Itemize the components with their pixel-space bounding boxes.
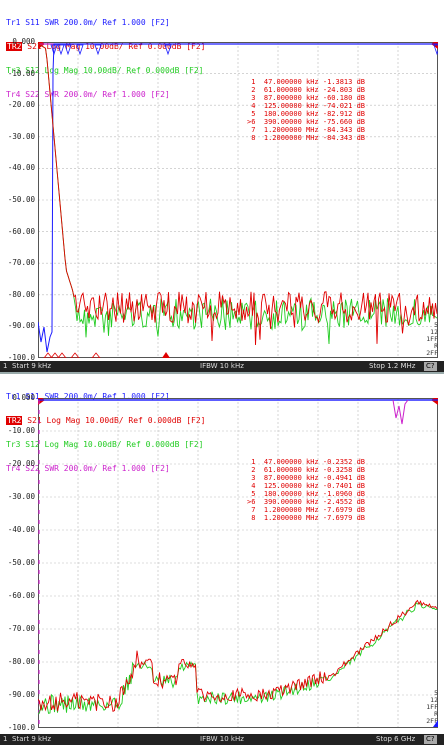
y-tick-label: -40.00 xyxy=(7,525,35,534)
ref-marker-right xyxy=(431,398,438,405)
marker-table: 1 47.000000 kHz -0.2352 dB 2 61.000000 k… xyxy=(247,458,365,522)
chart-panel-1[interactable]: Tr1 S11 SWR 200.0m/ Ref 1.000 [F2] TR2 S… xyxy=(0,0,444,372)
y-tick-label: -90.00 xyxy=(7,321,35,331)
y-tick-label: -50.00 xyxy=(7,195,35,204)
calibration-badge[interactable]: C? xyxy=(424,362,437,371)
y-tick-label: -10.00 xyxy=(7,68,35,78)
marker-row[interactable]: 7 1.2000000 MHz -7.6979 dB xyxy=(247,506,365,514)
s21-trace xyxy=(38,43,438,346)
marker-row[interactable]: 3 87.000000 kHz -0.4941 dB xyxy=(247,474,365,482)
y-tick-label: -50.00 xyxy=(7,558,35,567)
channel-info: 5 12 1FF R 2FF xyxy=(426,690,438,725)
y-tick-label: -40.00 xyxy=(7,163,35,173)
plot-area[interactable] xyxy=(38,398,438,728)
marker-row[interactable]: 8 1.2000000 MHz -7.6979 dB xyxy=(247,514,365,522)
active-marker-triangle xyxy=(162,352,170,358)
plot-area[interactable] xyxy=(38,42,438,358)
marker-row[interactable]: 4 125.00000 kHz -0.7401 dB xyxy=(247,482,365,490)
y-tick-label: -30.00 xyxy=(7,492,35,501)
stop-frequency[interactable]: Stop 6 GHz xyxy=(376,734,415,745)
active-trace-badge[interactable]: TR2 xyxy=(6,416,23,425)
marker-row[interactable]: 7 1.2000000 MHz -84.343 dB xyxy=(247,126,365,134)
trace-1-label[interactable]: Tr1 S11 SWR 200.0m/ Ref 1.000 [F2] xyxy=(6,19,206,27)
ifbw-setting[interactable]: IFBW 10 kHz xyxy=(200,361,244,372)
y-tick-label: -70.00 xyxy=(7,624,35,633)
status-bar: 1 Start 9 kHz IFBW 10 kHz Stop 6 GHz C? xyxy=(0,734,444,745)
y-tick-label: -90.00 xyxy=(7,690,35,699)
marker-row[interactable]: >6 390.00000 kHz -75.660 dB xyxy=(247,118,365,126)
y-tick-label: -10.00 xyxy=(7,426,35,435)
chart-panel-2[interactable]: Tr1 S11 SWR 200.0m/ Ref 1.000 [F2] TR2 S… xyxy=(0,374,444,745)
y-tick-label: -80.00 xyxy=(7,657,35,666)
s21-trace xyxy=(38,599,438,712)
channel-number: 1 xyxy=(3,735,8,743)
y-tick-label: 0.000 xyxy=(12,37,35,46)
stop-frequency[interactable]: Stop 1.2 MHz xyxy=(369,361,415,372)
y-tick-label: -80.00 xyxy=(7,289,35,299)
channel-info-line: 2FF xyxy=(426,717,438,725)
start-frequency[interactable]: Start 9 kHz xyxy=(12,361,51,372)
y-tick-label: -60.00 xyxy=(7,226,35,236)
y-tick-label: -100.0 xyxy=(7,723,35,732)
marker-row[interactable]: >6 390.00000 kHz -2.4552 dB xyxy=(247,498,365,506)
marker-flag xyxy=(64,44,72,56)
marker-row[interactable]: 1 47.000000 kHz -0.2352 dB xyxy=(247,458,365,466)
s12-trace xyxy=(38,43,438,345)
marker-row[interactable]: 3 87.000000 kHz -60.180 dB xyxy=(247,94,365,102)
start-frequency[interactable]: Start 9 kHz xyxy=(12,734,51,745)
status-bar: 1 Start 9 kHz IFBW 10 kHz Stop 1.2 MHz C… xyxy=(0,361,444,372)
marker-row[interactable]: 1 47.000000 kHz -1.3813 dB xyxy=(247,78,365,86)
y-tick-label: -20.00 xyxy=(7,100,35,110)
marker-table: 1 47.000000 kHz -1.3813 dB 2 61.000000 k… xyxy=(247,78,365,142)
channel-number: 1 xyxy=(3,362,8,370)
y-tick-label: -30.00 xyxy=(7,131,35,141)
y-tick-label: 0.000 xyxy=(12,393,35,402)
s22-trace xyxy=(392,399,409,425)
channel-info: 5 12 1FF R 2FF xyxy=(426,322,438,357)
marker-flag xyxy=(94,44,102,56)
y-tick-label: -60.00 xyxy=(7,591,35,600)
y-tick-label: -20.00 xyxy=(7,459,35,468)
marker-row[interactable]: 2 61.000000 kHz -24.803 dB xyxy=(247,86,365,94)
marker-row[interactable]: 5 180.00000 kHz -82.912 dB xyxy=(247,110,365,118)
channel-info-line: 2FF xyxy=(426,349,438,357)
marker-row[interactable]: 5 180.00000 kHz -1.0960 dB xyxy=(247,490,365,498)
marker-row[interactable]: 2 61.000000 kHz -0.3258 dB xyxy=(247,466,365,474)
y-tick-label: -70.00 xyxy=(7,258,35,268)
ifbw-setting[interactable]: IFBW 10 kHz xyxy=(200,734,244,745)
calibration-badge[interactable]: C? xyxy=(424,735,437,744)
marker-row[interactable]: 8 1.2000000 MHz -84.343 dB xyxy=(247,134,365,142)
marker-flag xyxy=(164,44,172,56)
marker-flag xyxy=(57,44,65,56)
marker-row[interactable]: 4 125.00000 kHz -74.021 dB xyxy=(247,102,365,110)
